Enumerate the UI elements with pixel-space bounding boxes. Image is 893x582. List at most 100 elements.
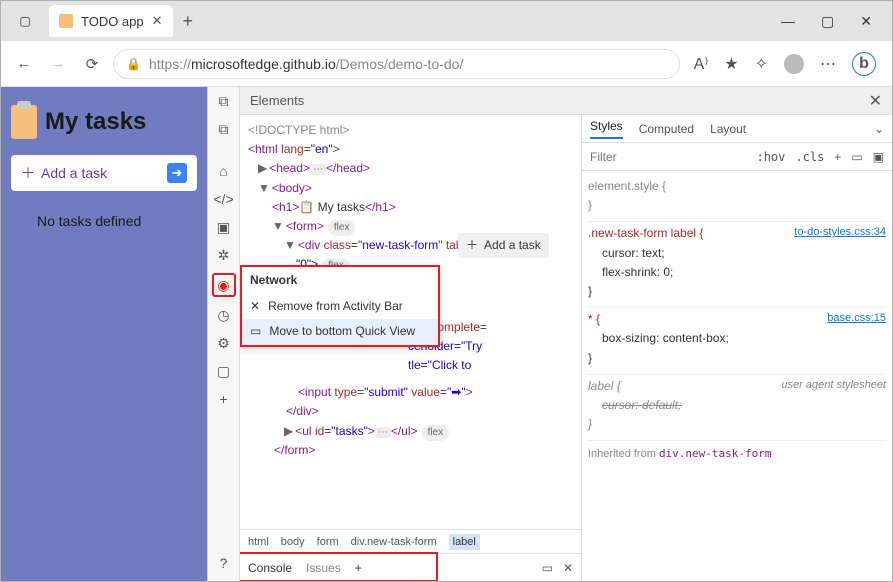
collections-icon[interactable]: ✧ [755,54,768,74]
brace: } [588,196,886,215]
favorite-icon[interactable]: ★ [724,54,738,74]
application-icon[interactable]: ▢ [214,361,234,381]
tab-actions-icon[interactable]: ▢ [13,9,37,33]
rule-selector: .new-task-form label { [588,226,703,240]
url-path: /Demos/demo-to-do/ [336,56,464,72]
panel-tabs: Elements ✕ [240,87,892,115]
tab-close-icon[interactable]: ✕ [152,13,163,29]
dom-tree[interactable]: <!DOCTYPE html> <html lang="en"> ▶<head>… [240,115,581,529]
empty-state: No tasks defined [37,213,197,229]
cls-toggle[interactable]: .cls [795,150,824,164]
clipboard-icon [11,105,37,139]
tab-title: TODO app [81,14,144,29]
url-host: microsoftedge.github.io [191,56,336,72]
ua-label: user agent stylesheet [781,377,886,395]
browser-toolbar: ← → ⟳ 🔒 https://microsoftedge.github.io/… [1,41,892,87]
plus-icon: ＋ [21,163,35,183]
drawer-settings-icon[interactable]: ▭ [542,561,553,575]
add-task-field[interactable]: ＋ Add a task ➔ [11,155,197,191]
rule-selector: label { [588,379,621,393]
rule-selector: * { [588,312,600,326]
inspect-icon[interactable]: ⧉ [214,91,234,111]
drawer-highlight [240,552,438,581]
tab-layout[interactable]: Layout [710,122,746,136]
context-remove[interactable]: ✕Remove from Activity Bar [242,294,438,319]
panel-elements[interactable]: Elements [250,93,304,108]
device-mode-icon[interactable]: ▭ [851,150,862,164]
prop-value: 0; [663,265,673,279]
devtools-close-icon[interactable]: ✕ [869,91,882,111]
new-rule-icon[interactable]: + [834,150,841,164]
webpage: My tasks ＋ Add a task ➔ No tasks defined [1,87,207,581]
breadcrumb[interactable]: html body form div.new-task-form label [240,529,581,553]
refresh-button[interactable]: ⟳ [79,51,105,77]
crumb-div[interactable]: div.new-task-form [351,536,437,548]
help-icon[interactable]: ? [214,553,234,573]
submit-task-button[interactable]: ➔ [167,163,187,183]
add-task-placeholder: Add a task [41,165,107,181]
activity-bar: ⧉ ⧉ ⌂ </> ▣ ✲ ◉ ◷ ⚙ ▢ + ? [208,87,240,581]
page-title: My tasks [11,105,197,139]
prop-name: box-sizing [602,331,656,345]
prop-name: cursor [602,246,635,260]
source-link[interactable]: to-do-styles.css:34 [794,224,886,242]
source-link[interactable]: base.css:15 [827,310,886,328]
tab-styles[interactable]: Styles [590,119,623,139]
crumb-html[interactable]: html [248,536,269,548]
dom-doctype: <!DOCTYPE html> [248,121,573,140]
brace: } [588,415,886,434]
tab-computed[interactable]: Computed [639,122,694,136]
chevron-down-icon[interactable]: ⌄ [874,122,884,136]
back-button[interactable]: ← [11,51,37,77]
window-minimize-icon[interactable]: — [781,13,795,30]
inherited-from: Inherited from div.new-task-form [588,441,886,464]
prop-value: content-box; [663,331,729,345]
forward-button: → [45,51,71,77]
drawer-close-icon[interactable]: ✕ [563,561,573,575]
element-style: element.style { [588,177,886,196]
profile-avatar[interactable] [784,54,804,74]
move-icon: ▭ [250,322,261,341]
window-maximize-icon[interactable]: ▢ [821,13,834,30]
crumb-label[interactable]: label [449,534,480,550]
styles-filter-input[interactable] [590,150,746,164]
lock-icon[interactable]: 🔒 [126,57,141,71]
context-menu: Network ✕Remove from Activity Bar ▭Move … [240,265,440,347]
browser-tab[interactable]: TODO app ✕ [49,5,173,37]
brace: } [588,282,886,301]
styles-tabs: Styles Computed Layout ⌄ [582,115,892,143]
prop-value: default; [642,398,681,412]
devtools: ⧉ ⧉ ⌂ </> ▣ ✲ ◉ ◷ ⚙ ▢ + ? Elements ✕ [207,87,892,581]
context-title: Network [242,267,438,294]
dom-hint: ＋Add a task [458,233,549,258]
prop-value: text; [642,246,665,260]
styles-panel: Styles Computed Layout ⌄ :hov .cls + ▭ ▣ [582,115,892,581]
styles-body[interactable]: element.style { } .new-task-form label {… [582,171,892,581]
read-aloud-icon[interactable]: A⁾ [694,54,709,74]
favicon-icon [59,14,73,28]
more-tools-icon[interactable]: + [214,389,234,409]
context-move[interactable]: ▭Move to bottom Quick View [242,319,438,344]
performance-icon[interactable]: ◷ [214,305,234,325]
console-icon[interactable]: ▣ [214,217,234,237]
elements-icon[interactable]: </> [214,189,234,209]
remove-icon: ✕ [250,297,260,316]
brace: } [588,349,886,368]
toggle-sidebar-icon[interactable]: ▣ [873,150,884,164]
address-bar[interactable]: 🔒 https://microsoftedge.github.io/Demos/… [113,49,680,79]
welcome-icon[interactable]: ⌂ [214,161,234,181]
window-close-icon[interactable]: ✕ [860,13,872,30]
sources-icon[interactable]: ✲ [214,245,234,265]
more-icon[interactable]: ⋯ [820,54,836,74]
bing-icon[interactable]: b [852,52,876,76]
crumb-body[interactable]: body [281,536,305,548]
memory-icon[interactable]: ⚙ [214,333,234,353]
crumb-form[interactable]: form [317,536,339,548]
prop-name: cursor [602,398,635,412]
network-icon[interactable]: ◉ [212,273,236,297]
new-tab-button[interactable]: + [183,11,194,32]
styles-filter-row: :hov .cls + ▭ ▣ [582,143,892,171]
hov-toggle[interactable]: :hov [756,150,785,164]
prop-name: flex-shrink [602,265,657,279]
device-icon[interactable]: ⧉ [214,119,234,139]
